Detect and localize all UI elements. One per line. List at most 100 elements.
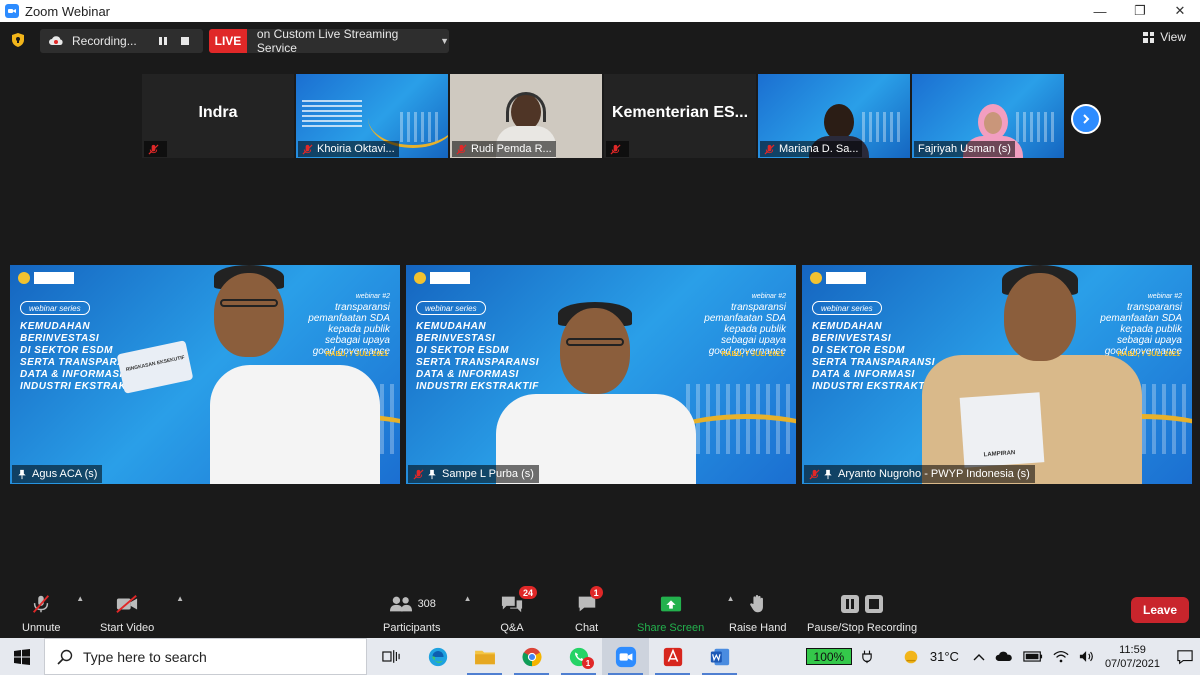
speaker-video-sampe[interactable]: webinar series KEMUDAHAN BERINVESTASI DI S… <box>406 265 796 484</box>
presenter-agus <box>190 265 380 484</box>
gallery-strip: Indra Khoiria Oktavi... Rudi Pemda R... <box>142 74 1064 158</box>
unmute-button[interactable]: ▲ Unmute <box>22 592 84 634</box>
eiti-logo <box>810 271 880 285</box>
refinery-thumbnail <box>1016 112 1056 142</box>
refinery-thumbnail <box>862 112 902 142</box>
meeting-toolbar: ▲ Unmute ▲ Start Video 308 ▲ Participant… <box>0 584 1200 638</box>
acrobat-icon <box>663 647 682 666</box>
onedrive-cloud-icon[interactable] <box>995 651 1013 662</box>
raise-hand-icon <box>749 595 763 613</box>
raise-hand-button[interactable]: Raise Hand <box>729 592 786 634</box>
taskbar-whatsapp[interactable]: 1 <box>555 638 602 675</box>
speaker-name: Sampe L Purba (s) <box>442 468 534 480</box>
speaker-video-agus[interactable]: webinar series KEMUDAHAN BERINVESTASI DI S… <box>10 265 400 484</box>
speaker-name: Agus ACA (s) <box>32 468 98 480</box>
taskbar-zoom[interactable] <box>602 638 649 675</box>
close-button[interactable]: ✕ <box>1160 0 1200 22</box>
edge-icon <box>428 647 447 666</box>
live-stream-indicator[interactable]: LIVE on Custom Live Streaming Service ▼ <box>209 27 449 55</box>
taskbar-chrome[interactable] <box>508 638 555 675</box>
meeting-topbar: Recording... LIVE on Custom Live Streami… <box>0 22 1200 58</box>
view-button[interactable]: View <box>1143 30 1186 44</box>
pause-stop-recording-button[interactable]: Pause/Stop Recording <box>807 592 917 634</box>
taskbar-acrobat[interactable] <box>649 638 696 675</box>
chevron-up-icon[interactable]: ▲ <box>76 594 84 603</box>
mic-muted-icon <box>809 468 820 480</box>
pause-recording-icon[interactable] <box>154 32 172 50</box>
gallery-tile-kementerian[interactable]: Kementerian ES... <box>604 74 756 158</box>
mic-muted-icon <box>764 143 775 155</box>
chat-badge: 1 <box>589 586 603 599</box>
task-view-button[interactable] <box>367 638 414 675</box>
share-screen-button[interactable]: ▲ Share Screen <box>637 592 735 634</box>
mic-muted-icon <box>610 143 621 155</box>
tile-name: Indra <box>198 104 238 121</box>
system-tray: 100% 31°C 11:59 07/07/2021 <box>805 638 1200 675</box>
speaker-label: Agus ACA (s) <box>12 465 103 483</box>
tile-name: Fajriyah Usman (s) <box>918 143 1011 155</box>
recording-label: Recording... <box>72 34 137 48</box>
pin-icon <box>428 469 436 479</box>
chevron-up-icon[interactable] <box>973 653 985 661</box>
next-page-button[interactable] <box>1071 104 1101 134</box>
search-input[interactable] <box>83 648 353 665</box>
chevron-up-icon[interactable]: ▲ <box>176 594 184 603</box>
weather-sun-icon[interactable] <box>902 648 920 666</box>
participants-count: 308 <box>417 598 436 610</box>
clock-time: 11:59 <box>1119 643 1146 656</box>
speaker-label: Sampe L Purba (s) <box>408 465 539 483</box>
gallery-tile-fajriyah[interactable]: Fajriyah Usman (s) <box>912 74 1064 158</box>
presenter-sampe <box>496 294 696 484</box>
volume-icon[interactable] <box>1079 650 1095 663</box>
clock[interactable]: 11:59 07/07/2021 <box>1105 643 1160 671</box>
start-video-button[interactable]: ▲ Start Video <box>100 592 184 634</box>
gallery-tile-khoiria[interactable]: Khoiria Oktavi... <box>296 74 448 158</box>
zoom-icon <box>615 646 636 667</box>
taskbar-edge[interactable] <box>414 638 461 675</box>
speaker-grid: webinar series KEMUDAHAN BERINVESTASI DI S… <box>10 265 1192 484</box>
eiti-logo <box>414 271 484 285</box>
taskbar-file-explorer[interactable] <box>461 638 508 675</box>
tile-label <box>606 141 629 157</box>
gallery-tile-mariana[interactable]: Mariana D. Sa... <box>758 74 910 158</box>
maximize-button[interactable]: ❐ <box>1120 0 1160 22</box>
minimize-button[interactable]: — <box>1080 0 1120 22</box>
wifi-icon[interactable] <box>1053 650 1069 663</box>
tile-label: Fajriyah Usman (s) <box>914 141 1015 157</box>
speaker-video-aryanto[interactable]: webinar series KEMUDAHAN BERINVESTASI DI S… <box>802 265 1192 484</box>
mic-muted-icon <box>456 143 467 155</box>
tile-name: Khoiria Oktavi... <box>317 143 395 155</box>
mic-muted-icon <box>148 143 159 155</box>
speaker-name: Aryanto Nugroho - PWYP Indonesia (s) <box>838 468 1030 480</box>
qa-badge: 24 <box>519 586 538 599</box>
weather-temperature[interactable]: 31°C <box>930 649 959 664</box>
taskbar-word[interactable] <box>696 638 743 675</box>
security-shield-icon[interactable] <box>10 32 26 48</box>
stop-recording-icon[interactable] <box>176 32 194 50</box>
chrome-icon <box>522 647 541 666</box>
battery-indicator[interactable]: 100% <box>805 648 852 665</box>
tile-label: Khoiria Oktavi... <box>298 141 399 157</box>
leave-button[interactable]: Leave <box>1131 597 1189 623</box>
tile-name: Rudi Pemda R... <box>471 143 552 155</box>
poster-series: webinar series <box>20 301 90 315</box>
eiti-logo <box>18 271 88 285</box>
clock-date: 07/07/2021 <box>1104 657 1160 670</box>
task-view-icon <box>381 650 400 663</box>
taskbar-search[interactable] <box>44 638 367 675</box>
poster-date: RABU, 7 JULI 2021 <box>721 351 784 358</box>
battery-icon[interactable] <box>1023 651 1043 662</box>
gallery-tile-indra[interactable]: Indra <box>142 74 294 158</box>
mic-muted-icon <box>302 143 313 155</box>
start-button[interactable] <box>0 638 44 675</box>
poster-text-thumbnail <box>302 100 362 130</box>
pause-icon <box>841 595 860 613</box>
search-icon <box>57 649 73 665</box>
participants-button[interactable]: 308 ▲ Participants <box>383 592 471 634</box>
chat-button[interactable]: 1 Chat <box>575 586 603 634</box>
qa-button[interactable]: 24 Q&A <box>499 586 538 634</box>
gallery-tile-rudi[interactable]: Rudi Pemda R... <box>450 74 602 158</box>
tile-label <box>144 141 167 157</box>
chevron-up-icon[interactable]: ▲ <box>464 594 472 603</box>
notification-button[interactable] <box>1170 638 1200 675</box>
